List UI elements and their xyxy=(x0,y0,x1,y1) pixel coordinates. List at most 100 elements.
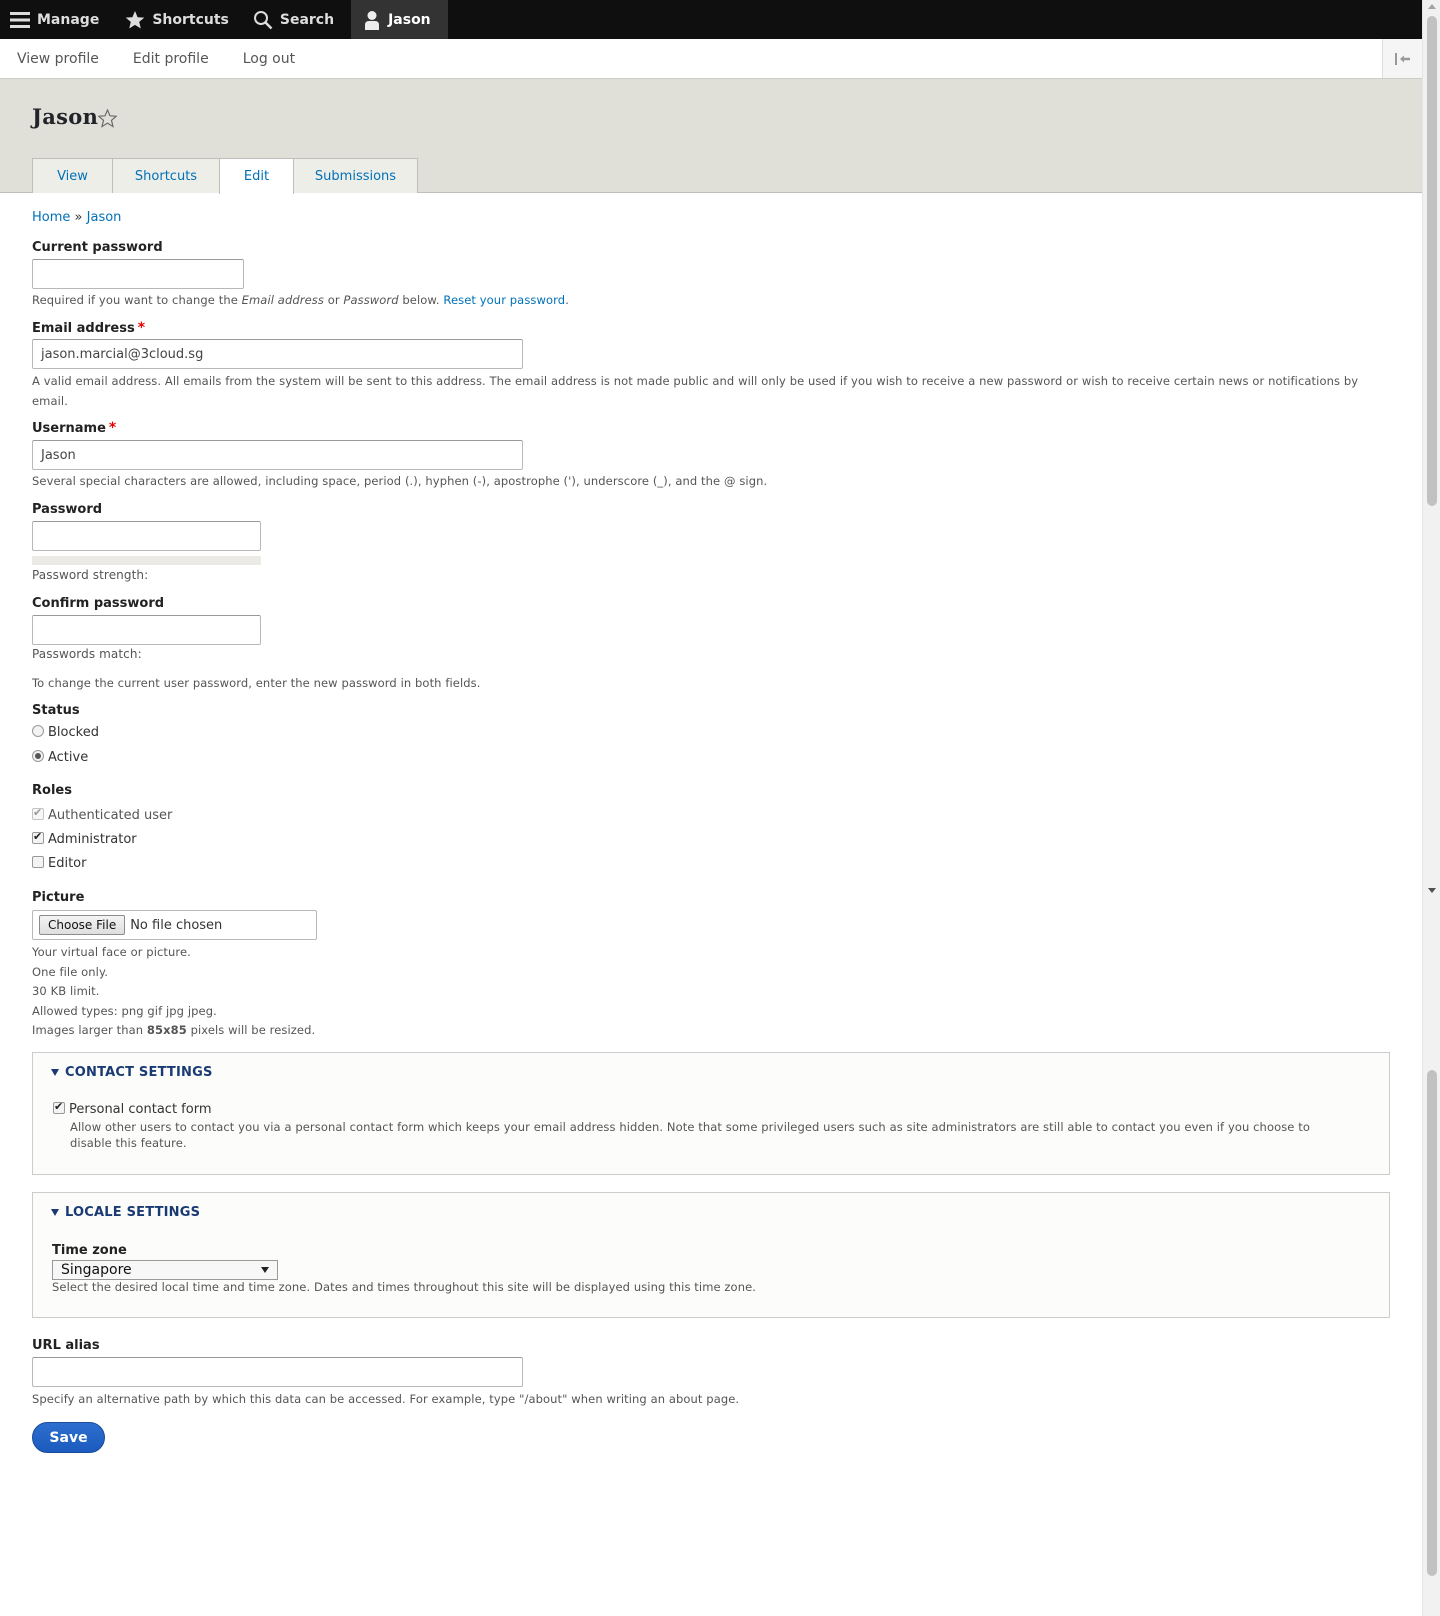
timezone-label: Time zone xyxy=(52,1243,127,1258)
roles-label: Roles xyxy=(32,783,72,798)
status-blocked-radio[interactable] xyxy=(32,725,44,737)
username-input[interactable]: Jason xyxy=(32,440,523,470)
toolbar-manage[interactable]: Manage xyxy=(0,0,111,39)
toolbar-tray: View profile Edit profile Log out xyxy=(0,39,1422,79)
confirm-password-input[interactable] xyxy=(32,615,261,645)
tab-edit[interactable]: Edit xyxy=(219,158,294,194)
contact-desc-line1: Allow other users to contact you via a p… xyxy=(70,1120,1310,1134)
status-blocked-label: Blocked xyxy=(48,725,99,740)
email-description: A valid email address. All emails from t… xyxy=(32,371,1362,411)
toolbar-search-label: Search xyxy=(279,11,335,28)
desc-text: below. xyxy=(398,293,444,307)
desc-text: Images larger than xyxy=(32,1023,147,1037)
url-alias-label: URL alias xyxy=(32,1338,100,1353)
desc-em-password: Password xyxy=(343,293,399,307)
breadcrumb: Home » Jason xyxy=(32,210,121,225)
menu-icon xyxy=(10,11,30,28)
username-label-text: Username xyxy=(32,421,106,436)
orientation-toggle-button[interactable] xyxy=(1382,39,1422,78)
reset-password-link[interactable]: Reset your password xyxy=(443,293,565,307)
role-editor-label: Editor xyxy=(48,856,87,871)
tab-shortcuts[interactable]: Shortcuts xyxy=(112,158,220,193)
timezone-selected-value: Singapore xyxy=(61,1262,132,1278)
locale-settings-toggle[interactable]: LOCALE SETTINGS xyxy=(51,1205,200,1220)
contact-settings-toggle[interactable]: CONTACT SETTINGS xyxy=(51,1065,213,1080)
picture-desc-line: One file only. xyxy=(32,964,108,979)
breadcrumb-current[interactable]: Jason xyxy=(87,210,122,225)
toolbar-user-label: Jason xyxy=(388,11,431,28)
no-file-chosen-text: No file chosen xyxy=(130,917,223,933)
scroll-down-icon[interactable] xyxy=(1428,888,1436,893)
password-strength-label: Password strength: xyxy=(32,568,149,582)
picture-desc-line: Your virtual face or picture. xyxy=(32,945,191,959)
locale-settings-legend: LOCALE SETTINGS xyxy=(65,1205,201,1220)
tab-view[interactable]: View xyxy=(32,158,113,193)
username-label: Username * xyxy=(32,420,116,436)
desc-text: . xyxy=(565,293,569,307)
passwords-match-label: Passwords match: xyxy=(32,647,142,661)
current-password-label: Current password xyxy=(32,240,163,255)
role-authenticated-checkbox xyxy=(32,806,44,820)
collapse-triangle-icon xyxy=(51,1069,59,1076)
page-header: Jason View Shortcuts Edit Submissions xyxy=(0,79,1422,194)
dock-left-icon xyxy=(1394,52,1410,65)
picture-desc-line: Images larger than 85x85 pixels will be … xyxy=(32,1021,315,1041)
locale-settings-fieldset: LOCALE SETTINGS Time zone Singapore Sele… xyxy=(32,1192,1390,1318)
role-administrator-checkbox[interactable] xyxy=(32,830,44,844)
confirm-password-description: To change the current user password, ent… xyxy=(32,676,481,690)
email-label-text: Email address xyxy=(32,321,135,336)
status-active-radio[interactable] xyxy=(32,750,44,762)
picture-desc-line: 30 KB limit. xyxy=(32,984,100,998)
confirm-password-label: Confirm password xyxy=(32,596,165,611)
tab-submissions[interactable]: Submissions xyxy=(293,158,418,193)
email-desc-line1: A valid email address. All emails from t… xyxy=(32,374,1359,388)
scrollbar-thumb[interactable] xyxy=(1427,16,1437,506)
current-password-input[interactable] xyxy=(32,259,244,289)
password-label: Password xyxy=(32,502,103,517)
admin-toolbar: Manage Shortcuts Search Jason xyxy=(0,0,1422,39)
choose-file-button[interactable]: Choose File xyxy=(39,915,126,935)
role-administrator-label: Administrator xyxy=(48,832,137,847)
breadcrumb-home[interactable]: Home xyxy=(32,210,70,225)
toolbar-manage-label: Manage xyxy=(37,11,100,28)
desc-text: or xyxy=(323,293,344,307)
picture-description: Your virtual face or picture. One file o… xyxy=(32,943,315,1041)
edit-profile-link[interactable]: Edit profile xyxy=(116,51,226,67)
required-mark: * xyxy=(108,420,117,436)
toolbar-search[interactable]: Search xyxy=(241,0,351,39)
toolbar-shortcuts[interactable]: Shortcuts xyxy=(111,0,241,39)
primary-tabs: View Shortcuts Edit Submissions xyxy=(32,158,418,194)
password-input[interactable] xyxy=(32,521,261,551)
desc-bold: 85x85 xyxy=(146,1023,187,1037)
url-alias-input[interactable] xyxy=(32,1357,523,1387)
desc-em-email: Email address xyxy=(241,293,324,307)
role-editor-checkbox[interactable] xyxy=(32,856,44,868)
view-profile-link[interactable]: View profile xyxy=(0,51,116,67)
add-shortcut-star-icon[interactable] xyxy=(98,109,117,128)
page-scrollbar[interactable] xyxy=(1422,0,1440,1616)
search-icon xyxy=(253,10,273,29)
scroll-up-icon[interactable] xyxy=(1428,4,1436,9)
picture-label: Picture xyxy=(32,890,85,905)
email-input[interactable]: jason.marcial@3cloud.sg xyxy=(32,339,523,369)
contact-settings-legend: CONTACT SETTINGS xyxy=(65,1065,213,1080)
desc-text: Required if you want to change the xyxy=(32,293,242,307)
role-authenticated-label: Authenticated user xyxy=(48,808,173,823)
current-password-description: Required if you want to change the Email… xyxy=(32,290,569,310)
contact-settings-fieldset: CONTACT SETTINGS Personal contact form A… xyxy=(32,1052,1390,1175)
contact-desc-line2: disable this feature. xyxy=(70,1136,187,1150)
user-icon xyxy=(365,10,380,30)
star-icon xyxy=(126,10,145,28)
toolbar-user[interactable]: Jason xyxy=(351,0,448,39)
username-description: Several special characters are allowed, … xyxy=(32,474,768,488)
collapse-triangle-icon xyxy=(51,1209,59,1216)
log-out-link[interactable]: Log out xyxy=(226,51,312,67)
scrollbar-thumb-lower[interactable] xyxy=(1427,1070,1437,1576)
personal-contact-description: Allow other users to contact you via a p… xyxy=(70,1119,1370,1151)
status-label: Status xyxy=(32,703,80,718)
timezone-description: Select the desired local time and time z… xyxy=(52,1280,757,1294)
page-title: Jason xyxy=(32,104,99,129)
personal-contact-checkbox[interactable] xyxy=(53,1100,65,1114)
status-active-label: Active xyxy=(48,750,89,765)
save-button[interactable]: Save xyxy=(32,1422,105,1453)
